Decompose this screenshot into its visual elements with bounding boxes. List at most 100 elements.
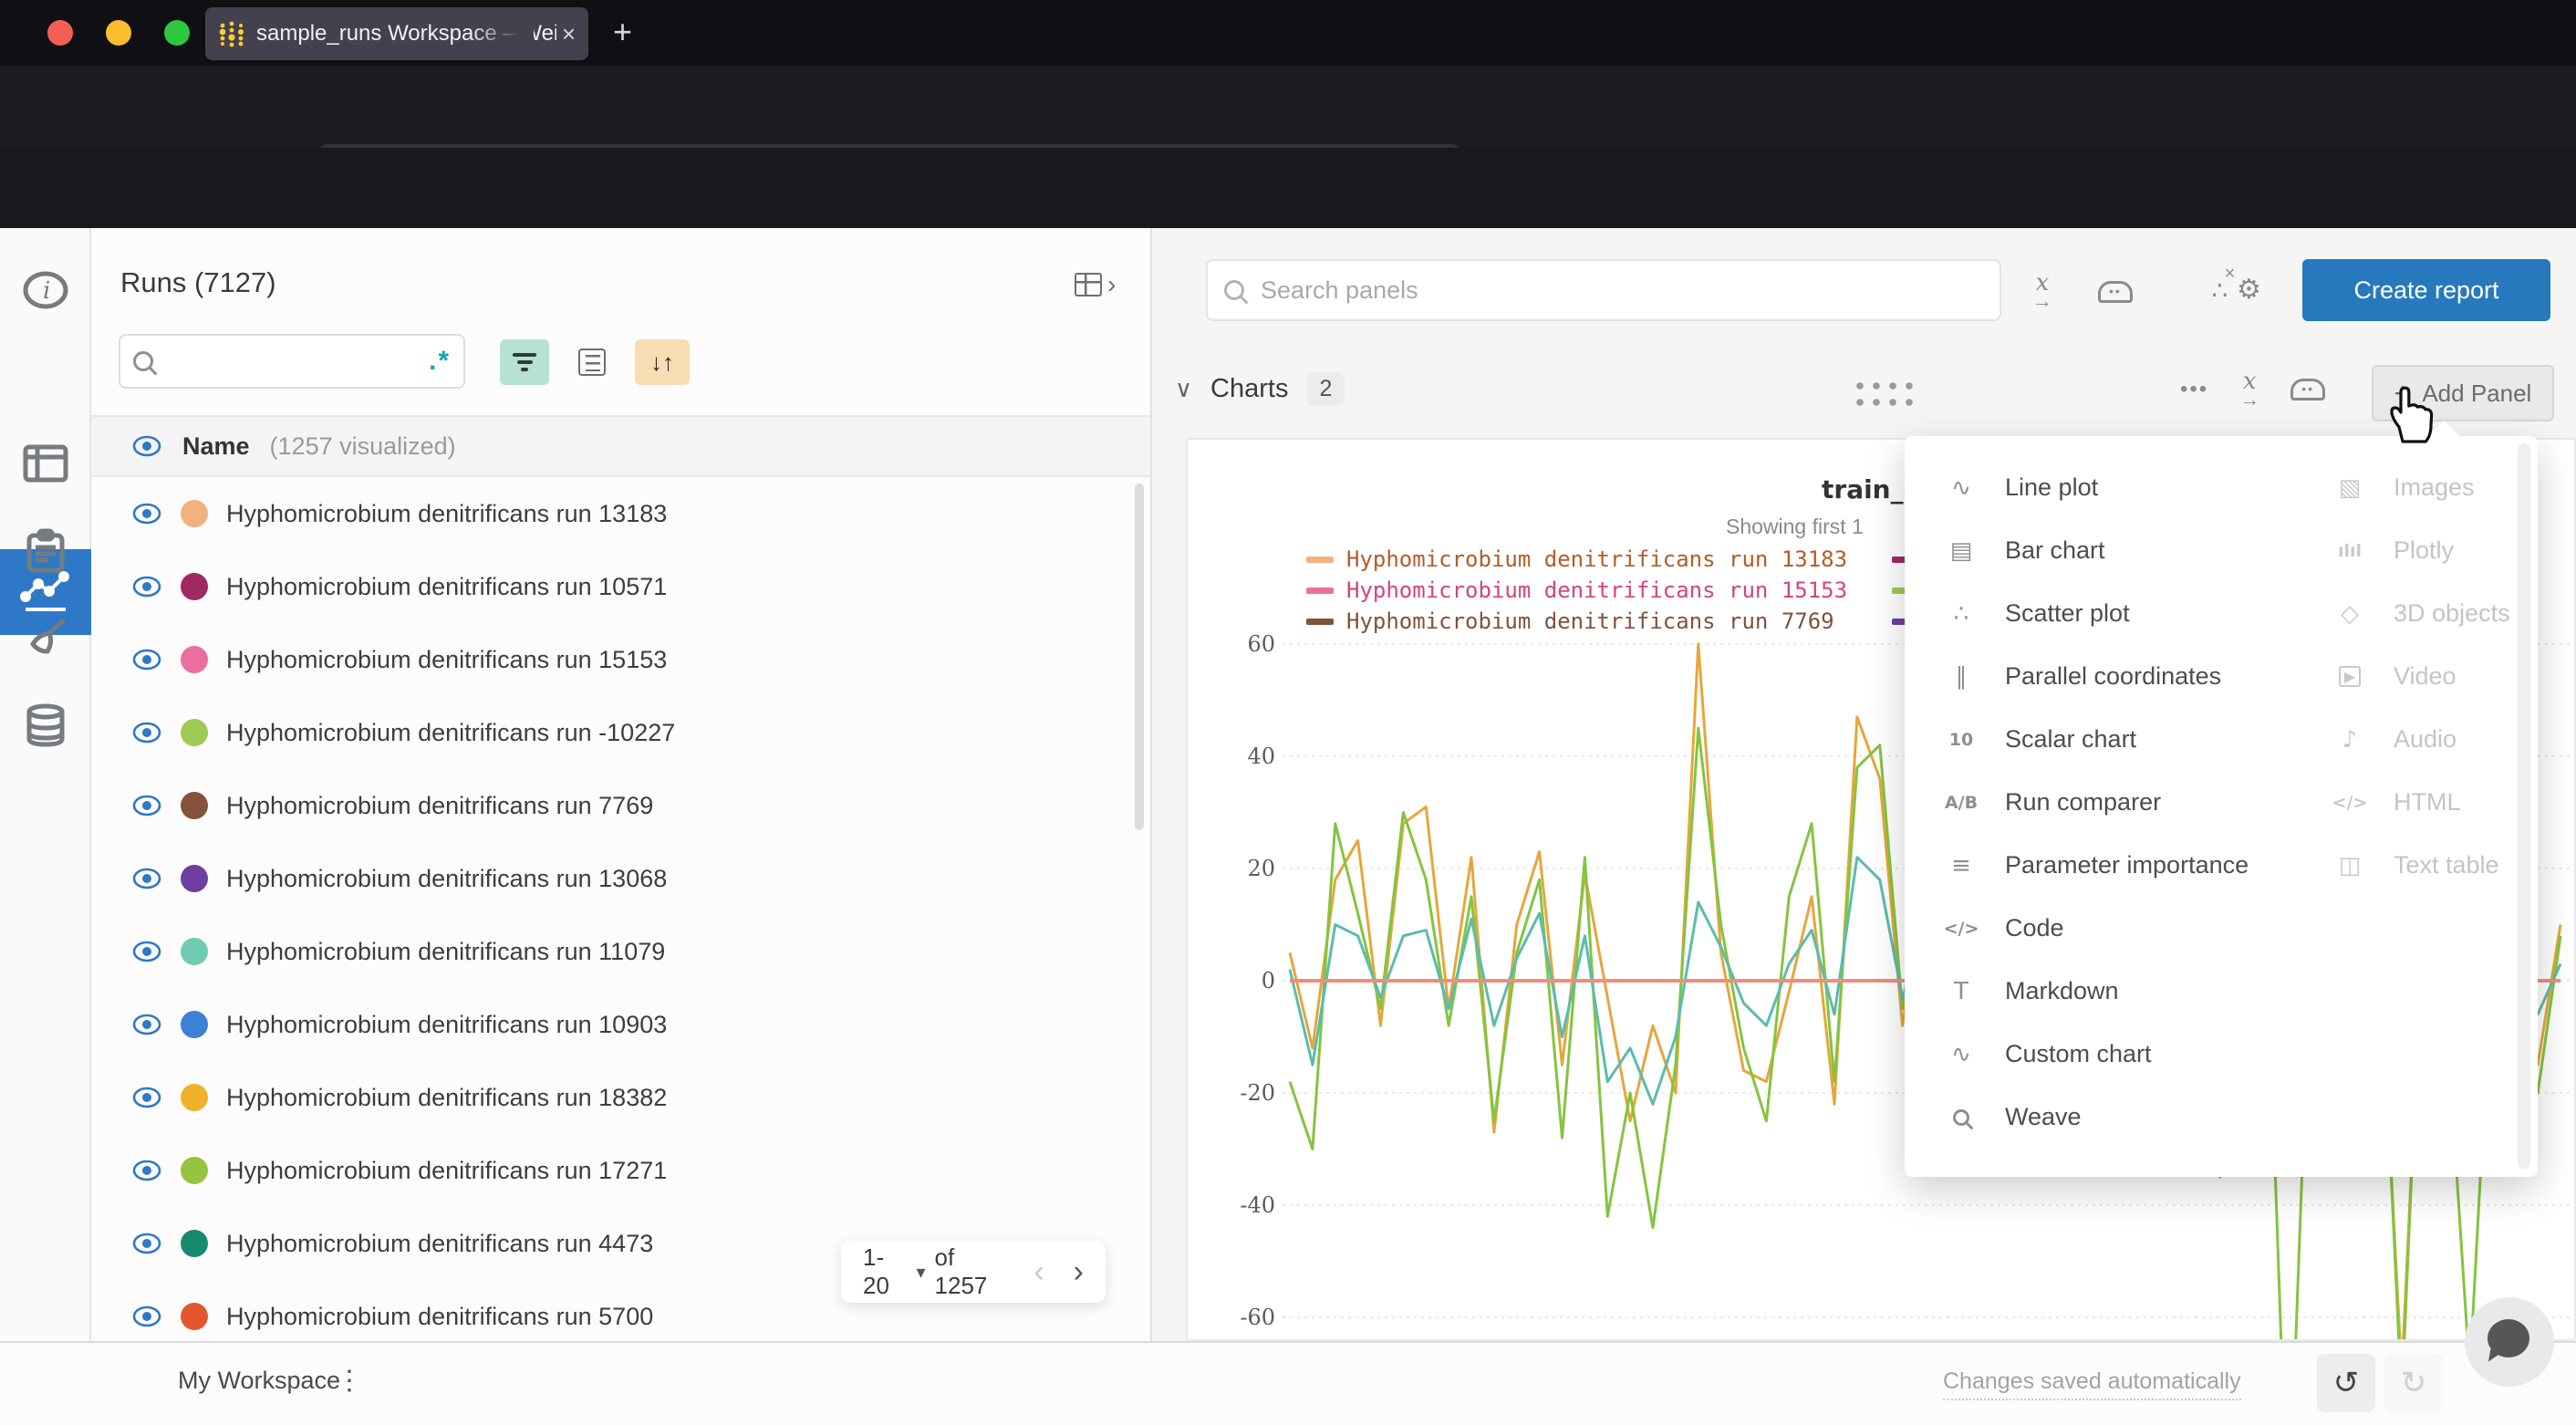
visibility-eye-icon[interactable]	[131, 795, 162, 817]
menu-item-html[interactable]: </> HTML	[2330, 771, 2510, 834]
undo-button[interactable]: ↺	[2317, 1354, 2375, 1412]
run-row[interactable]: Hyphomicrobium denitrificans run 17271	[91, 1134, 1150, 1207]
filter-runs-button[interactable]	[500, 339, 549, 385]
menu-item-scalar-chart[interactable]: 10 Scalar chart	[1941, 708, 2249, 771]
menu-item-video[interactable]: ▶ Video	[2330, 645, 2510, 708]
run-name[interactable]: Hyphomicrobium denitrificans run -10227	[226, 719, 675, 747]
workspace-settings-gear-icon[interactable]: ⚙	[2237, 274, 2261, 306]
runs-pagination[interactable]: 1-20 ▾ of 1257 ‹ ›	[841, 1241, 1106, 1303]
page-range[interactable]: 1-20	[863, 1243, 907, 1300]
weave-icon	[1941, 1109, 1981, 1126]
menu-item-line-plot[interactable]: ∿ Line plot	[1941, 456, 2249, 519]
window-zoom-button[interactable]	[164, 20, 190, 46]
menu-item-bar-chart[interactable]: ▤ Bar chart	[1941, 519, 2249, 582]
menu-item-parameter-importance[interactable]: ≡ Parameter importance	[1941, 834, 2249, 897]
create-report-button[interactable]: Create report	[2302, 259, 2550, 321]
group-runs-button[interactable]	[567, 339, 617, 385]
menu-item-plotly[interactable]: ılıl Plotly	[2330, 519, 2510, 582]
charts-section-header[interactable]: ∨ Charts 2	[1175, 372, 1345, 406]
runs-scrollbar[interactable]	[1135, 484, 1144, 830]
tab-close-icon[interactable]: ×	[562, 20, 576, 48]
previous-page-icon[interactable]: ‹	[1034, 1254, 1044, 1290]
visibility-eye-icon[interactable]	[131, 503, 162, 525]
visibility-eye-icon[interactable]	[131, 1087, 162, 1108]
run-row[interactable]: Hyphomicrobium denitrificans run 15153	[91, 623, 1150, 696]
run-name[interactable]: Hyphomicrobium denitrificans run 17271	[226, 1157, 667, 1185]
run-row[interactable]: Hyphomicrobium denitrificans run 13068	[91, 842, 1150, 915]
visibility-eye-icon[interactable]	[131, 649, 162, 671]
run-row[interactable]: Hyphomicrobium denitrificans run 13183	[91, 477, 1150, 550]
smoothing-iron-icon[interactable]	[2098, 281, 2133, 303]
visibility-eye-icon[interactable]	[131, 1014, 162, 1035]
help-chat-button[interactable]	[2465, 1297, 2554, 1387]
page-size-caret-icon[interactable]: ▾	[916, 1261, 925, 1284]
runs-table-icon[interactable]	[20, 438, 71, 489]
browser-tab[interactable]: sample_runs Workspace – Weig ×	[205, 7, 588, 60]
runs-table-header[interactable]: Name (1257 visualized)	[91, 415, 1150, 477]
menu-item-text-table[interactable]: ◫ Text table	[2330, 834, 2510, 897]
visibility-eye-icon[interactable]	[131, 1233, 162, 1254]
visibility-eye-icon[interactable]	[131, 435, 162, 457]
artifacts-database-icon[interactable]	[20, 701, 71, 752]
run-name[interactable]: Hyphomicrobium denitrificans run 10903	[226, 1011, 667, 1039]
run-name[interactable]: Hyphomicrobium denitrificans run 7769	[226, 792, 653, 820]
run-row[interactable]: Hyphomicrobium denitrificans run -10227	[91, 696, 1150, 769]
dropdown-scrollbar[interactable]	[2518, 443, 2530, 1170]
run-name[interactable]: Hyphomicrobium denitrificans run 5700	[226, 1303, 653, 1331]
outlier-removal-icon[interactable]: ∴	[2211, 276, 2228, 305]
menu-item-parallel-coordinates[interactable]: ∥ Parallel coordinates	[1941, 645, 2249, 708]
menu-item-run-comparer[interactable]: A/B Run comparer	[1941, 771, 2249, 834]
section-drag-handle[interactable]	[1852, 378, 1916, 407]
sweeps-broom-icon[interactable]	[20, 613, 71, 664]
visibility-eye-icon[interactable]	[131, 722, 162, 744]
legend-item[interactable]: Hyphomicrobium denitrificans run 15153	[1306, 578, 1847, 602]
run-name[interactable]: Hyphomicrobium denitrificans run 13183	[226, 500, 667, 528]
sort-runs-button[interactable]: ↓↑	[635, 339, 690, 385]
run-name[interactable]: Hyphomicrobium denitrificans run 18382	[226, 1084, 667, 1112]
run-name[interactable]: Hyphomicrobium denitrificans run 13068	[226, 865, 667, 893]
runs-search-input[interactable]: .*	[119, 334, 465, 389]
legend-item[interactable]: Hyphomicrobium denitrificans run 13183	[1306, 547, 1847, 571]
legend-item[interactable]: Hyphomicrobium denitrificans run 7769	[1306, 609, 1847, 633]
menu-item-scatter-plot[interactable]: ∴ Scatter plot	[1941, 582, 2249, 645]
menu-item-3d-objects[interactable]: ◇ 3D objects	[2330, 582, 2510, 645]
visibility-eye-icon[interactable]	[131, 1160, 162, 1181]
x-axis-settings-icon[interactable]: x→	[2032, 274, 2052, 308]
window-close-button[interactable]	[47, 20, 73, 46]
section-smoothing-icon[interactable]	[2290, 379, 2325, 400]
section-x-axis-icon[interactable]: x→	[2239, 372, 2259, 407]
search-panels-input[interactable]: Search panels	[1206, 259, 2001, 321]
expand-runs-table-button[interactable]: ›	[1075, 270, 1116, 299]
regex-toggle-icon[interactable]: .*	[429, 346, 451, 377]
logs-clipboard-icon[interactable]	[20, 525, 71, 577]
new-tab-button[interactable]: +	[613, 13, 632, 51]
workspace-kebab-menu-icon[interactable]: ⋮	[336, 1365, 363, 1397]
run-name[interactable]: Hyphomicrobium denitrificans run 15153	[226, 646, 667, 674]
next-page-icon[interactable]: ›	[1074, 1254, 1084, 1290]
run-name[interactable]: Hyphomicrobium denitrificans run 4473	[226, 1230, 653, 1258]
visibility-eye-icon[interactable]	[131, 576, 162, 598]
run-name[interactable]: Hyphomicrobium denitrificans run 10571	[226, 573, 667, 601]
section-overflow-icon[interactable]: •••	[2180, 377, 2208, 402]
run-row[interactable]: Hyphomicrobium denitrificans run 10903	[91, 988, 1150, 1061]
section-collapse-chevron-icon[interactable]: ∨	[1175, 375, 1192, 403]
redo-button[interactable]: ↻	[2384, 1354, 2443, 1412]
visibility-eye-icon[interactable]	[131, 868, 162, 889]
menu-item-custom-chart[interactable]: ∿ Custom chart	[1941, 1023, 2249, 1086]
menu-item-code[interactable]: </> Code	[1941, 897, 2249, 960]
run-row[interactable]: Hyphomicrobium denitrificans run 11079	[91, 915, 1150, 988]
run-row[interactable]: Hyphomicrobium denitrificans run 7769	[91, 769, 1150, 842]
visibility-eye-icon[interactable]	[131, 1305, 162, 1327]
panel-count-badge: 2	[1306, 372, 1345, 406]
menu-item-images[interactable]: ▧ Images	[2330, 456, 2510, 519]
window-minimize-button[interactable]	[106, 20, 131, 46]
workspace-name[interactable]: My Workspace	[178, 1367, 340, 1395]
run-name[interactable]: Hyphomicrobium denitrificans run 11079	[226, 938, 665, 966]
menu-item-weave[interactable]: Weave	[1941, 1086, 2249, 1149]
run-row[interactable]: Hyphomicrobium denitrificans run 18382	[91, 1061, 1150, 1134]
menu-item-audio[interactable]: ♪ Audio	[2330, 708, 2510, 771]
overview-info-icon[interactable]: i	[20, 265, 71, 316]
visibility-eye-icon[interactable]	[131, 941, 162, 962]
run-row[interactable]: Hyphomicrobium denitrificans run 10571	[91, 550, 1150, 623]
menu-item-markdown[interactable]: T Markdown	[1941, 960, 2249, 1023]
